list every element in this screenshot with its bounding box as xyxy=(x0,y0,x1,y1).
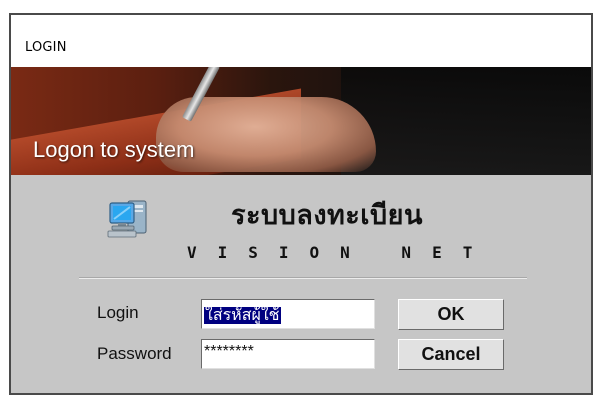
login-input-value: ใส่รหัสผู้ใช้ xyxy=(204,307,281,324)
banner-sleeve-graphic xyxy=(341,67,591,175)
cancel-button[interactable]: Cancel xyxy=(398,339,504,370)
password-input-value: ******** xyxy=(204,343,254,360)
login-window: LOGIN Logon to system ระบบลงทะเบียน VISI… xyxy=(9,13,593,395)
ok-button[interactable]: OK xyxy=(398,299,504,330)
banner-image: Logon to system xyxy=(11,67,591,175)
password-input[interactable]: ******** xyxy=(201,339,375,369)
window-title: LOGIN xyxy=(25,40,67,55)
login-input[interactable]: ใส่รหัสผู้ใช้ xyxy=(201,299,375,329)
app-title-thai: ระบบลงทะเบียน xyxy=(231,200,423,231)
login-label: Login xyxy=(97,303,139,322)
divider xyxy=(79,277,527,279)
app-title-english: VISION NET xyxy=(187,243,494,262)
title-bar[interactable]: LOGIN xyxy=(11,15,591,68)
password-label: Password xyxy=(97,344,172,363)
computer-icon xyxy=(107,200,147,238)
banner-text: Logon to system xyxy=(33,137,195,162)
